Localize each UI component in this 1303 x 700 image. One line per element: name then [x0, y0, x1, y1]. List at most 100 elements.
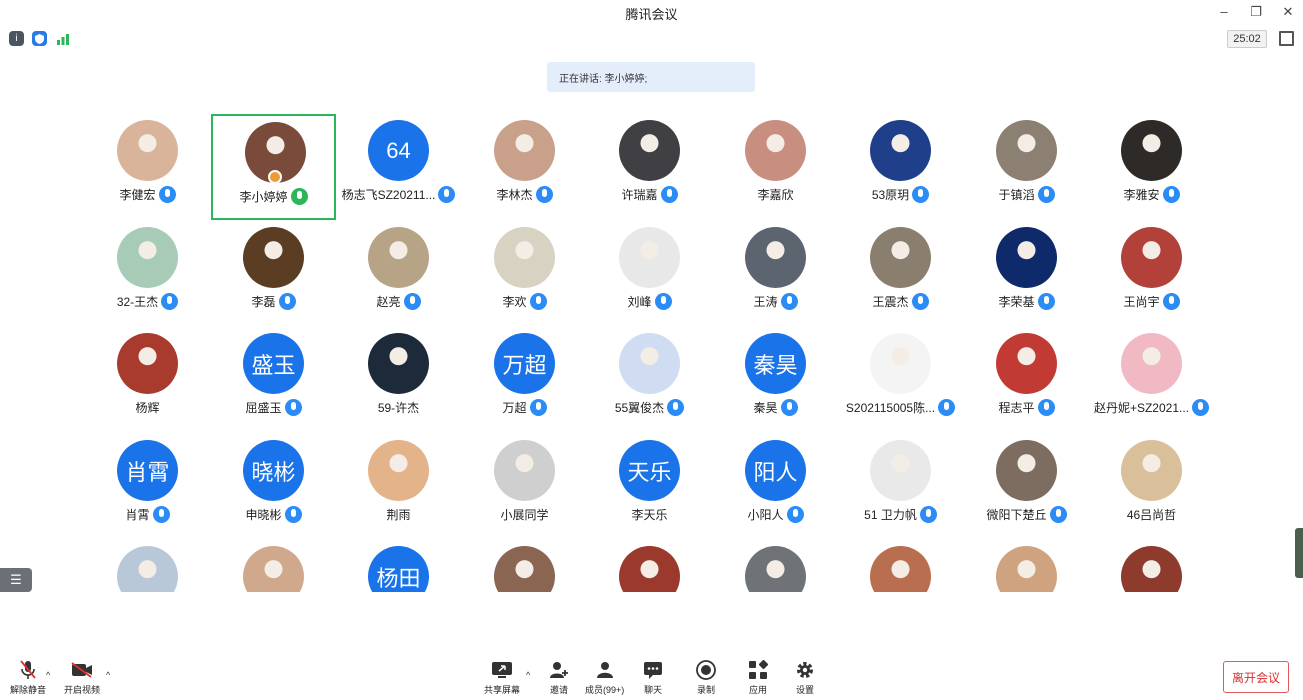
- gear-icon: [794, 660, 816, 680]
- participant-tile[interactable]: [838, 540, 963, 592]
- microphone-icon: [911, 293, 929, 310]
- microphone-icon: [529, 399, 547, 416]
- microphone-icon: [1192, 399, 1210, 416]
- participant-tile[interactable]: 王涛: [713, 221, 838, 327]
- participant-tile[interactable]: 李雅安: [1089, 114, 1214, 220]
- share-options-chevron-icon[interactable]: ^: [526, 670, 530, 680]
- participant-name: 肖霄: [125, 508, 150, 522]
- participant-name-row: 万超: [462, 399, 587, 416]
- signal-icon[interactable]: [55, 31, 70, 46]
- avatar: [1121, 440, 1182, 501]
- participant-tile[interactable]: 秦昊 秦昊: [713, 327, 838, 433]
- video-options-chevron-icon[interactable]: ^: [106, 670, 110, 680]
- apps-button[interactable]: 应用: [747, 660, 769, 696]
- participant-name: 申晓彬: [245, 508, 282, 522]
- record-icon: [695, 660, 717, 680]
- participant-tile[interactable]: 李嘉欣: [713, 114, 838, 220]
- chat-button[interactable]: 聊天: [642, 660, 664, 696]
- participant-tile[interactable]: 杨辉: [85, 327, 210, 433]
- participant-tile[interactable]: [462, 540, 587, 592]
- participant-tile[interactable]: 李磊: [211, 221, 336, 327]
- participant-tile[interactable]: 李林杰: [462, 114, 587, 220]
- participant-tile[interactable]: 小展同学: [462, 434, 587, 540]
- participant-tile[interactable]: [1089, 540, 1214, 592]
- invite-button[interactable]: 邀请: [548, 660, 570, 696]
- restore-icon[interactable]: ❐: [1249, 4, 1263, 20]
- participant-tile[interactable]: 32-王杰: [85, 221, 210, 327]
- microphone-icon: [278, 293, 296, 310]
- info-icon[interactable]: i: [9, 31, 24, 46]
- avatar: [996, 120, 1057, 181]
- participant-name-row: 55翼俊杰: [587, 399, 712, 416]
- microphone-icon: [161, 293, 179, 310]
- participant-tile[interactable]: 于镇滔: [964, 114, 1089, 220]
- microphone-icon: [1037, 399, 1055, 416]
- unmute-button[interactable]: 解除静音: [10, 660, 46, 696]
- microphone-icon: [1037, 293, 1055, 310]
- microphone-icon: [660, 186, 678, 203]
- participant-name: 李天乐: [631, 508, 668, 522]
- participant-tile[interactable]: 荆雨: [336, 434, 461, 540]
- avatar: [619, 546, 680, 592]
- settings-button[interactable]: 设置: [794, 660, 816, 696]
- participant-tile[interactable]: [587, 540, 712, 592]
- list-toggle-icon[interactable]: ☰: [0, 568, 32, 592]
- avatar: [368, 333, 429, 394]
- participant-tile[interactable]: 微阳下楚丘: [964, 434, 1089, 540]
- participant-tile[interactable]: [964, 540, 1089, 592]
- participant-name: 王尚宇: [1123, 295, 1160, 309]
- participant-tile[interactable]: 李健宏: [85, 114, 210, 220]
- fullscreen-icon[interactable]: [1279, 31, 1294, 46]
- participant-tile[interactable]: 55翼俊杰: [587, 327, 712, 433]
- participant-tile[interactable]: 肖霄 肖霄: [85, 434, 210, 540]
- microphone-icon: [919, 506, 937, 523]
- avatar: [996, 227, 1057, 288]
- participant-tile[interactable]: 许瑞嘉: [587, 114, 712, 220]
- participant-tile[interactable]: 46吕尚哲: [1089, 434, 1214, 540]
- participant-tile[interactable]: [713, 540, 838, 592]
- settings-label: 设置: [795, 685, 814, 695]
- participant-tile[interactable]: 64 杨志飞SZ20211...: [336, 114, 461, 220]
- start-video-button[interactable]: 开启视频: [64, 660, 100, 696]
- participant-tile[interactable]: [85, 540, 210, 592]
- minimize-icon[interactable]: –: [1217, 4, 1231, 20]
- leave-meeting-button[interactable]: 离开会议: [1223, 661, 1289, 693]
- participant-tile[interactable]: 王尚宇: [1089, 221, 1214, 327]
- participant-tile[interactable]: 天乐 李天乐: [587, 434, 712, 540]
- shield-icon[interactable]: [32, 31, 47, 46]
- avatar: [117, 333, 178, 394]
- participant-tile[interactable]: 赵丹妮+SZ2021...: [1089, 327, 1214, 433]
- participant-tile[interactable]: 晓彬 申晓彬: [211, 434, 336, 540]
- participant-tile[interactable]: 杨田: [336, 540, 461, 592]
- participant-tile[interactable]: 王震杰: [838, 221, 963, 327]
- microphone-icon: [938, 399, 956, 416]
- participant-tile[interactable]: 59-许杰: [336, 327, 461, 433]
- participant-tile[interactable]: S202115005陈...: [838, 327, 963, 433]
- participant-tile[interactable]: 赵亮: [336, 221, 461, 327]
- avatar: [745, 120, 806, 181]
- participant-tile[interactable]: 51 卫力帆: [838, 434, 963, 540]
- participant-name: 46吕尚哲: [1126, 508, 1177, 522]
- participant-tile[interactable]: 程志平: [964, 327, 1089, 433]
- participant-tile[interactable]: 53原玥: [838, 114, 963, 220]
- participant-tile[interactable]: 李欢: [462, 221, 587, 327]
- participant-tile[interactable]: 李荣基: [964, 221, 1089, 327]
- participant-name-row: 王震杰: [838, 293, 963, 310]
- participant-tile[interactable]: 李小婷婷: [211, 114, 336, 220]
- participant-tile[interactable]: 万超 万超: [462, 327, 587, 433]
- participant-tile[interactable]: 刘峰: [587, 221, 712, 327]
- audio-options-chevron-icon[interactable]: ^: [46, 670, 50, 680]
- close-icon[interactable]: ✕: [1281, 4, 1295, 20]
- side-panel-handle[interactable]: [1295, 528, 1303, 578]
- record-button[interactable]: 录制: [695, 660, 717, 696]
- microphone-icon: [535, 186, 553, 203]
- share-screen-button[interactable]: 共享屏幕: [484, 660, 520, 696]
- participant-tile[interactable]: 盛玉 屈盛玉: [211, 327, 336, 433]
- participant-name: 杨辉: [135, 401, 160, 415]
- participant-name: 李嘉欣: [757, 188, 794, 202]
- participant-tile[interactable]: 阳人 小阳人: [713, 434, 838, 540]
- microphone-icon: [1162, 186, 1180, 203]
- participant-name-row: 李荣基: [964, 293, 1089, 310]
- members-button[interactable]: 成员(99+): [585, 660, 624, 696]
- participant-tile[interactable]: [211, 540, 336, 592]
